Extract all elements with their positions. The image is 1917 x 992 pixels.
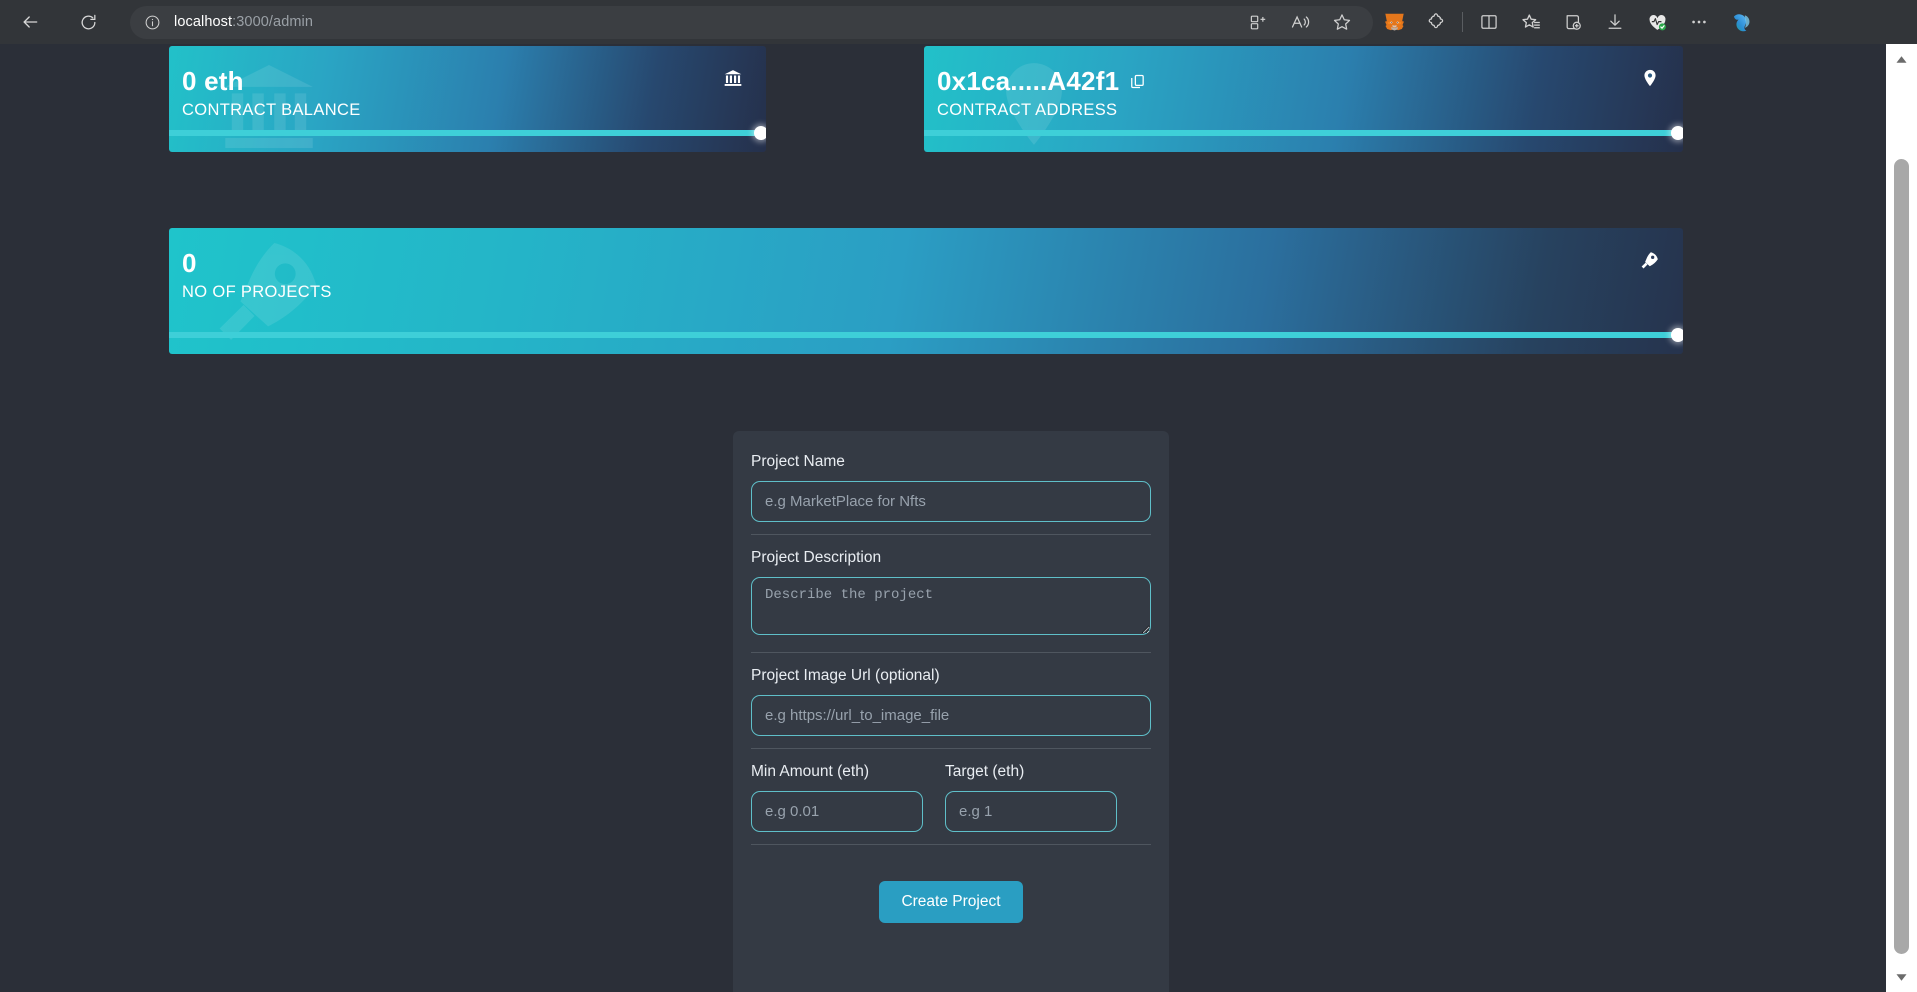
collections-icon[interactable] bbox=[1552, 2, 1594, 42]
url-text: localhost:3000/admin bbox=[174, 14, 313, 30]
create-project-button[interactable]: Create Project bbox=[879, 881, 1022, 923]
field-group-project-image-url: Project Image Url (optional) bbox=[751, 667, 1151, 749]
field-group-amounts: Min Amount (eth) Target (eth) bbox=[751, 763, 1151, 845]
card-label: CONTRACT ADDRESS bbox=[937, 101, 1683, 120]
card-value: 0 bbox=[182, 250, 1683, 277]
card-value: 0 eth bbox=[182, 68, 766, 95]
card-progress bbox=[169, 126, 766, 140]
browser-toolbar-right bbox=[1373, 0, 1762, 44]
project-description-label: Project Description bbox=[751, 549, 1151, 567]
page-scrollbar[interactable] bbox=[1886, 44, 1917, 992]
address-bar-actions bbox=[1237, 2, 1363, 42]
refresh-icon bbox=[79, 13, 98, 32]
scroll-up-arrow-icon[interactable] bbox=[1886, 44, 1917, 74]
card-content: 0 NO OF PROJECTS bbox=[169, 228, 1683, 302]
browser-split-icon[interactable] bbox=[1468, 2, 1510, 42]
project-image-url-input[interactable] bbox=[751, 695, 1151, 736]
copy-icon[interactable] bbox=[1129, 68, 1146, 95]
progress-bar-fill bbox=[169, 130, 766, 136]
target-column: Target (eth) bbox=[945, 763, 1117, 832]
stat-card-contract-balance: 0 eth CONTRACT BALANCE bbox=[169, 46, 766, 152]
progress-handle bbox=[1671, 126, 1683, 140]
field-group-project-name: Project Name bbox=[751, 453, 1151, 535]
stat-card-contract-address: 0x1ca.....A42f1 CONTRACT ADDRESS bbox=[924, 46, 1683, 152]
project-name-label: Project Name bbox=[751, 453, 1151, 471]
min-amount-label: Min Amount (eth) bbox=[751, 763, 923, 781]
target-label: Target (eth) bbox=[945, 763, 1117, 781]
project-description-textarea[interactable] bbox=[751, 577, 1151, 635]
refresh-button[interactable] bbox=[68, 2, 108, 42]
card-label: NO OF PROJECTS bbox=[182, 283, 1683, 302]
progress-handle bbox=[1671, 328, 1683, 342]
read-aloud-icon[interactable] bbox=[1279, 2, 1321, 42]
create-project-form: Project Name Project Description Project… bbox=[733, 431, 1169, 992]
card-content: 0x1ca.....A42f1 CONTRACT ADDRESS bbox=[924, 46, 1683, 120]
card-content: 0 eth CONTRACT BALANCE bbox=[169, 46, 766, 120]
toolbar-divider bbox=[1462, 12, 1463, 32]
project-image-url-label: Project Image Url (optional) bbox=[751, 667, 1151, 685]
info-circle-icon[interactable] bbox=[144, 14, 161, 31]
field-group-project-description: Project Description bbox=[751, 549, 1151, 653]
submit-row: Create Project bbox=[751, 859, 1151, 923]
extensions-puzzle-icon[interactable] bbox=[1415, 2, 1457, 42]
browser-essentials-icon[interactable] bbox=[1636, 2, 1678, 42]
metamask-fox-icon[interactable] bbox=[1373, 2, 1415, 42]
stat-card-no-of-projects: 0 NO OF PROJECTS bbox=[169, 228, 1683, 354]
bank-icon bbox=[723, 68, 743, 93]
scroll-down-arrow-icon[interactable] bbox=[1886, 962, 1917, 992]
add-favorite-icon[interactable] bbox=[1321, 2, 1363, 42]
favorites-list-icon[interactable] bbox=[1510, 2, 1552, 42]
url-host: localhost bbox=[174, 14, 232, 30]
address-bar[interactable]: localhost:3000/admin bbox=[130, 6, 1373, 39]
card-value: 0x1ca.....A42f1 bbox=[937, 68, 1683, 95]
url-path: :3000/admin bbox=[232, 14, 313, 30]
amount-row: Min Amount (eth) Target (eth) bbox=[751, 763, 1151, 832]
target-input[interactable] bbox=[945, 791, 1117, 832]
scrollbar-thumb[interactable] bbox=[1894, 159, 1909, 954]
project-name-input[interactable] bbox=[751, 481, 1151, 522]
card-progress bbox=[924, 126, 1683, 140]
progress-handle bbox=[754, 126, 766, 140]
back-button[interactable] bbox=[10, 2, 50, 42]
card-progress bbox=[169, 328, 1683, 342]
downloads-icon[interactable] bbox=[1594, 2, 1636, 42]
rocket-icon bbox=[1639, 250, 1660, 276]
page-content: 0 eth CONTRACT BALANCE 0x1ca.....A42f1 bbox=[0, 44, 1886, 992]
settings-ellipsis-icon[interactable] bbox=[1678, 2, 1720, 42]
progress-bar-fill bbox=[169, 332, 1683, 338]
back-arrow-icon bbox=[20, 12, 40, 32]
min-amount-input[interactable] bbox=[751, 791, 923, 832]
split-screen-icon[interactable] bbox=[1237, 2, 1279, 42]
browser-toolbar: localhost:3000/admin bbox=[0, 0, 1917, 44]
contract-address-text: 0x1ca.....A42f1 bbox=[937, 68, 1119, 95]
progress-bar-fill bbox=[924, 130, 1683, 136]
min-amount-column: Min Amount (eth) bbox=[751, 763, 923, 832]
map-pin-icon bbox=[1640, 68, 1660, 93]
card-label: CONTRACT BALANCE bbox=[182, 101, 766, 120]
copilot-icon[interactable] bbox=[1720, 2, 1762, 42]
